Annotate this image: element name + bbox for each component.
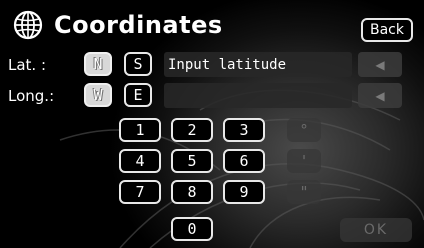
second-key[interactable]: ": [287, 180, 321, 204]
key-0[interactable]: 0: [171, 217, 213, 241]
back-button[interactable]: Back: [361, 18, 413, 42]
key-8[interactable]: 8: [171, 180, 213, 204]
north-button[interactable]: N: [84, 52, 112, 76]
longitude-backspace-button[interactable]: ◀: [358, 83, 402, 108]
latitude-input[interactable]: Input latitude: [164, 52, 352, 77]
west-button[interactable]: W: [84, 83, 112, 107]
page-title: Coordinates: [54, 11, 223, 39]
degree-key[interactable]: °: [287, 118, 321, 142]
key-9[interactable]: 9: [223, 180, 265, 204]
key-4[interactable]: 4: [119, 149, 161, 173]
key-5[interactable]: 5: [171, 149, 213, 173]
longitude-input[interactable]: [164, 83, 352, 108]
east-button[interactable]: E: [124, 83, 152, 107]
key-3[interactable]: 3: [223, 118, 265, 142]
key-7[interactable]: 7: [119, 180, 161, 204]
header: Coordinates: [12, 6, 223, 44]
south-button[interactable]: S: [124, 52, 152, 76]
left-arrow-icon: ◀: [375, 88, 385, 103]
minute-key[interactable]: ': [287, 149, 321, 173]
key-2[interactable]: 2: [171, 118, 213, 142]
key-1[interactable]: 1: [119, 118, 161, 142]
ok-button[interactable]: OK: [340, 218, 412, 242]
coordinates-screen: Coordinates Back Lat. : N S Input latitu…: [0, 0, 424, 248]
latitude-label: Lat. :: [8, 56, 47, 74]
key-6[interactable]: 6: [223, 149, 265, 173]
left-arrow-icon: ◀: [375, 57, 385, 72]
globe-icon: [13, 10, 43, 40]
latitude-backspace-button[interactable]: ◀: [358, 52, 402, 77]
longitude-label: Long.:: [8, 87, 55, 105]
